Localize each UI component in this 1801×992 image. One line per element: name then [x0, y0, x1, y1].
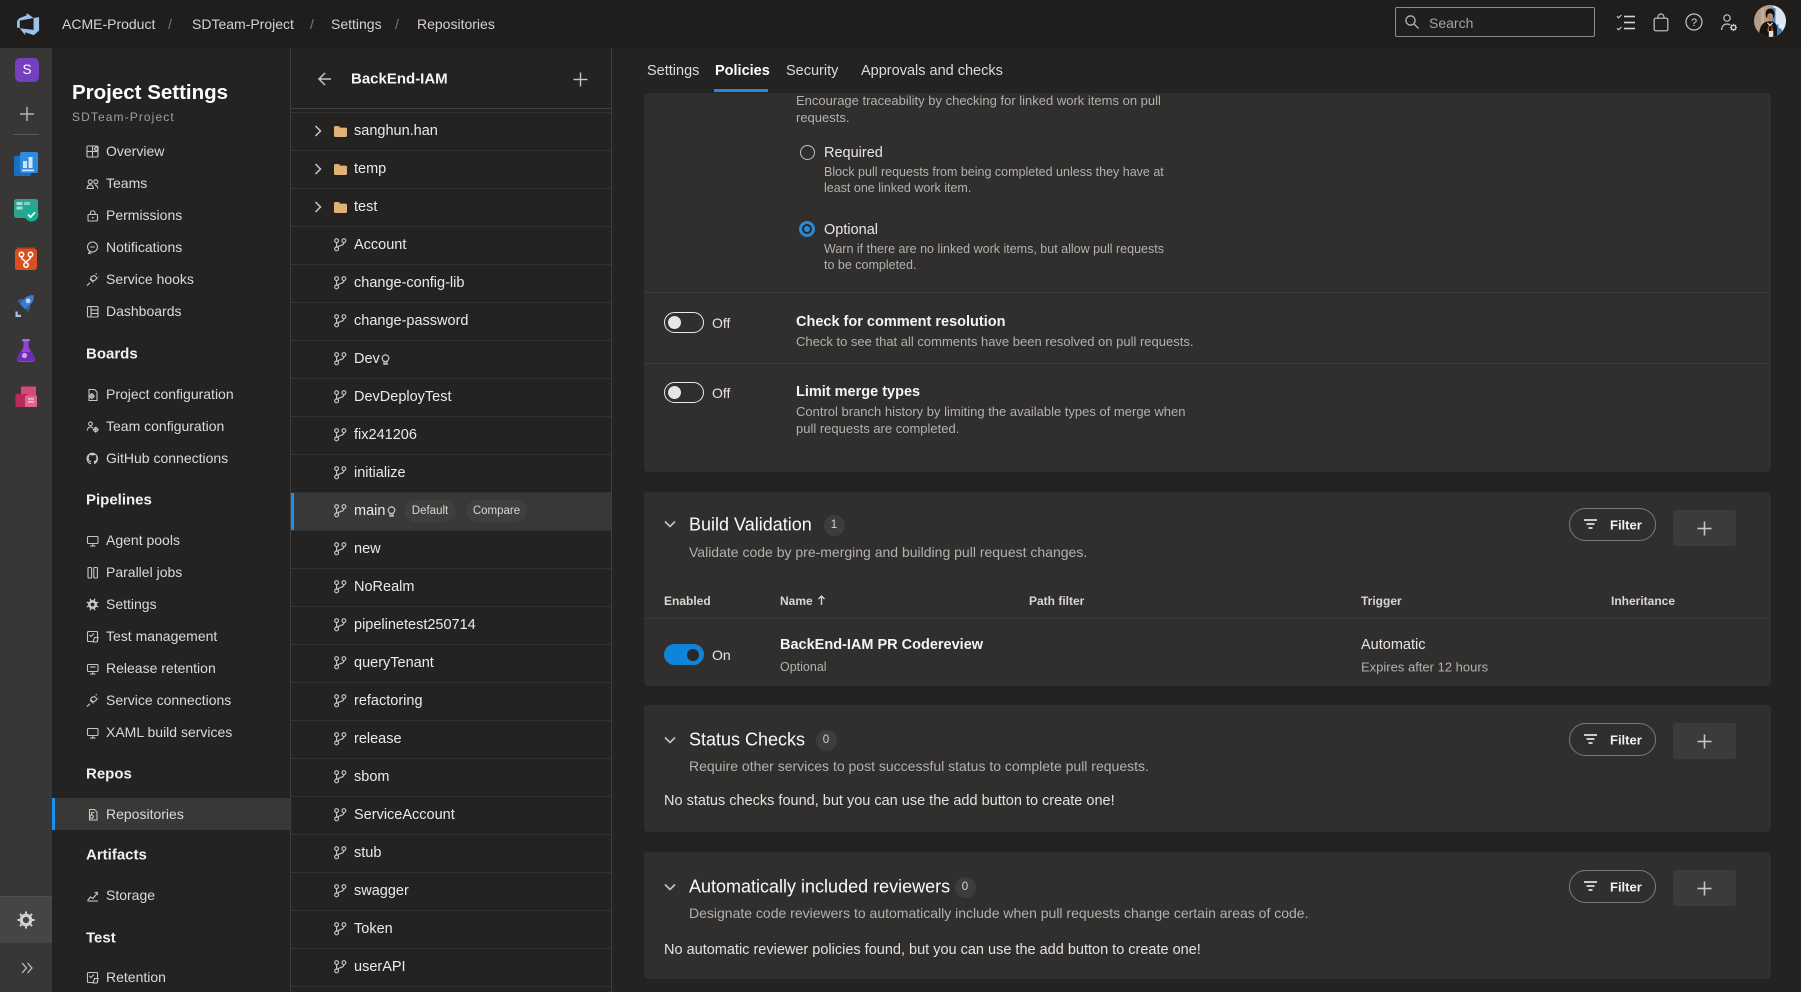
svg-text:?: ?: [1691, 17, 1697, 29]
